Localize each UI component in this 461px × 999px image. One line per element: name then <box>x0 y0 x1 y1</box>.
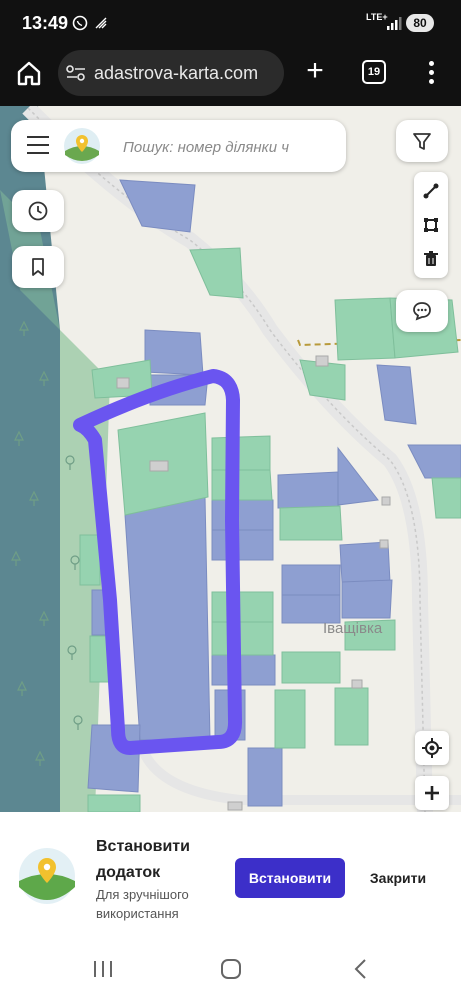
locate-icon <box>422 738 442 758</box>
parcel[interactable] <box>87 794 141 812</box>
parcel[interactable] <box>211 469 273 501</box>
parcel[interactable] <box>281 651 341 684</box>
parcel[interactable] <box>274 689 306 749</box>
draw-line-button[interactable] <box>414 174 448 208</box>
history-button[interactable] <box>12 190 64 232</box>
install-button[interactable]: Встановити <box>235 858 345 898</box>
back-icon[interactable] <box>346 956 376 982</box>
map-view[interactable]: Іващівка <box>0 106 461 812</box>
filter-button[interactable] <box>396 120 448 162</box>
parcel[interactable] <box>279 505 343 541</box>
close-button[interactable]: Закрити <box>358 858 438 898</box>
parcel[interactable] <box>211 654 276 686</box>
status-bar: 13:49 LTE+ 80 <box>0 0 461 46</box>
trash-icon <box>424 251 438 266</box>
zoom-in-button[interactable] <box>415 776 449 810</box>
chat-button[interactable] <box>396 290 448 332</box>
hamburger-menu-icon[interactable] <box>27 136 49 156</box>
home-nav-icon[interactable] <box>216 956 246 982</box>
parcel[interactable] <box>334 687 369 746</box>
parcel[interactable] <box>144 329 204 376</box>
search-box <box>11 120 346 172</box>
clock-icon <box>28 201 48 221</box>
plus-icon <box>425 786 439 800</box>
cell-signal-icon <box>387 17 402 30</box>
chat-icon <box>413 302 431 321</box>
app-logo-icon <box>19 848 75 904</box>
parcel[interactable] <box>211 529 274 561</box>
parcel[interactable] <box>337 446 379 506</box>
parcel[interactable] <box>431 477 461 519</box>
draw-polygon-button[interactable] <box>414 208 448 242</box>
signal-off-icon <box>95 17 107 29</box>
parcel[interactable] <box>211 591 274 623</box>
polygon-tool-icon <box>424 218 438 232</box>
parcel[interactable] <box>277 471 339 509</box>
bookmark-icon <box>32 258 44 276</box>
tabs-count-button[interactable]: 19 <box>362 60 386 84</box>
parcel[interactable] <box>124 496 211 741</box>
parcel[interactable] <box>407 444 461 479</box>
new-tab-plus-icon[interactable]: + <box>300 56 330 86</box>
browser-toolbar: adastrova-karta.com + 19 <box>0 46 461 106</box>
parcel[interactable] <box>341 579 393 619</box>
line-tool-icon <box>423 183 439 199</box>
parcel[interactable] <box>247 747 283 807</box>
whatsapp-icon <box>72 15 88 31</box>
filter-icon <box>413 133 431 150</box>
address-bar[interactable]: adastrova-karta.com <box>58 50 284 96</box>
place-label: Іващівка <box>323 620 383 637</box>
parcel[interactable] <box>189 247 244 299</box>
parcel[interactable] <box>334 297 396 361</box>
map-canvas[interactable] <box>0 106 461 812</box>
battery-indicator: 80 <box>406 14 434 32</box>
url-text: adastrova-karta.com <box>94 63 259 83</box>
delete-drawing-button[interactable] <box>414 242 448 276</box>
banner-subtitle: Для зручнішого використання <box>96 887 189 921</box>
parcel[interactable] <box>281 594 341 624</box>
bookmarks-button[interactable] <box>12 246 64 288</box>
draw-tools <box>414 172 448 278</box>
network-label: LTE+ <box>366 12 388 22</box>
parcel[interactable] <box>211 499 274 531</box>
my-location-button[interactable] <box>415 731 449 765</box>
parcel[interactable] <box>211 621 274 656</box>
status-time: 13:49 <box>22 13 69 33</box>
home-icon[interactable] <box>14 58 44 88</box>
search-input[interactable] <box>123 135 333 159</box>
parcel[interactable] <box>79 534 101 586</box>
app-logo-icon <box>64 128 100 164</box>
more-menu-icon[interactable] <box>420 58 442 88</box>
site-settings-icon[interactable] <box>66 64 86 82</box>
parcel[interactable] <box>376 364 417 425</box>
system-nav-bar <box>0 942 461 999</box>
banner-title: Встановити додаток <box>96 838 190 881</box>
parcel[interactable] <box>211 435 271 471</box>
recent-apps-icon[interactable] <box>88 956 118 982</box>
parcel[interactable] <box>281 564 341 596</box>
install-app-banner: Встановити додаток Для зручнішого викори… <box>0 812 461 942</box>
